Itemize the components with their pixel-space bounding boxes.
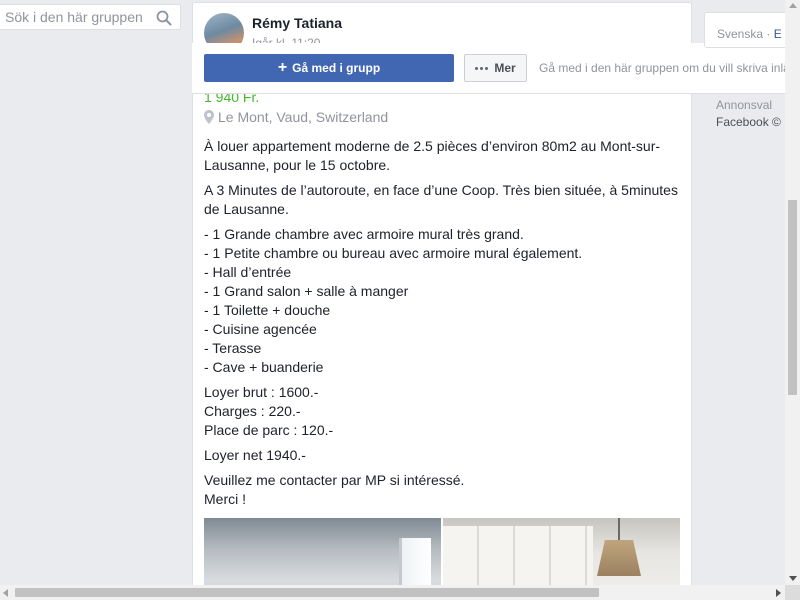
location-text: Le Mont, Vaud, Switzerland xyxy=(218,109,389,125)
post-paragraph: Loyer net 1940.- xyxy=(204,446,682,465)
post-line: A 3 Minutes de l’autoroute, en face d’un… xyxy=(204,182,678,217)
post-line: - 1 Grand salon + salle à manger xyxy=(204,283,409,299)
facebook-copyright: Facebook © xyxy=(716,115,781,129)
scroll-left-arrow-icon[interactable] xyxy=(3,589,8,597)
post-line: - 1 Grande chambre avec armoire mural tr… xyxy=(204,226,524,242)
post-line: - Cave + buanderie xyxy=(204,359,324,375)
post-paragraph: À louer appartement moderne de 2.5 pièce… xyxy=(204,137,682,175)
language-current: Svenska xyxy=(717,27,764,41)
post-line: - Terasse xyxy=(204,340,262,356)
join-group-button[interactable]: + Gå med i grupp xyxy=(204,54,454,82)
group-search-box[interactable] xyxy=(0,4,181,30)
post-line: - 1 Petite chambre ou bureau avec armoir… xyxy=(204,245,583,261)
language-selector: Svenska · E xyxy=(717,27,782,41)
post-paragraph: A 3 Minutes de l’autoroute, en face d’un… xyxy=(204,181,682,219)
post-author-name[interactable]: Rémy Tatiana xyxy=(252,15,342,31)
post-line: Merci ! xyxy=(204,491,246,507)
post-line: Place de parc : 120.- xyxy=(204,422,334,438)
post-body-text: À louer appartement moderne de 2.5 pièce… xyxy=(204,137,682,515)
more-dots-icon xyxy=(475,66,489,70)
horizontal-scrollbar[interactable] xyxy=(0,585,785,600)
join-hint-text: Gå med i den här gruppen om du vill skri… xyxy=(539,61,800,75)
horizontal-scroll-thumb[interactable] xyxy=(15,588,599,597)
scrollbar-corner xyxy=(785,585,800,600)
join-group-bar: + Gå med i grupp Mer Gå med i den här gr… xyxy=(192,43,800,94)
post-paragraph: Loyer brut : 1600.- Charges : 220.- Place … xyxy=(204,383,682,440)
post-line: - Cuisine agencée xyxy=(204,321,317,337)
more-label: Mer xyxy=(494,61,516,75)
listing-location: Le Mont, Vaud, Switzerland xyxy=(204,109,388,125)
join-group-label: Gå med i grupp xyxy=(292,61,381,75)
post-line: Veuillez me contacter par MP si intéress… xyxy=(204,472,465,488)
post-line: À louer appartement moderne de 2.5 pièce… xyxy=(204,138,661,173)
search-icon[interactable] xyxy=(156,10,172,26)
post-paragraph: - 1 Grande chambre avec armoire mural tr… xyxy=(204,225,682,377)
post-line: Loyer net 1940.- xyxy=(204,447,306,463)
more-button[interactable]: Mer xyxy=(464,54,527,82)
language-link[interactable]: E xyxy=(774,27,782,41)
vertical-scroll-thumb[interactable] xyxy=(788,200,797,395)
scroll-down-arrow-icon[interactable] xyxy=(789,576,797,581)
ad-choices-link[interactable]: Annonsval xyxy=(716,98,772,112)
vertical-scrollbar[interactable] xyxy=(785,0,800,585)
post-paragraph: Veuillez me contacter par MP si intéress… xyxy=(204,471,682,509)
scroll-right-arrow-icon[interactable] xyxy=(776,589,781,597)
post-line: Loyer brut : 1600.- xyxy=(204,384,319,400)
location-pin-icon xyxy=(204,110,214,124)
group-search-input[interactable] xyxy=(5,8,150,26)
scroll-up-arrow-icon[interactable] xyxy=(789,3,797,8)
post-line: - Hall d’entrée xyxy=(204,264,292,280)
post-line: Charges : 220.- xyxy=(204,403,301,419)
language-separator: · xyxy=(763,27,774,41)
plus-icon: + xyxy=(277,59,288,76)
post-line: - 1 Toilette + douche xyxy=(204,302,331,318)
